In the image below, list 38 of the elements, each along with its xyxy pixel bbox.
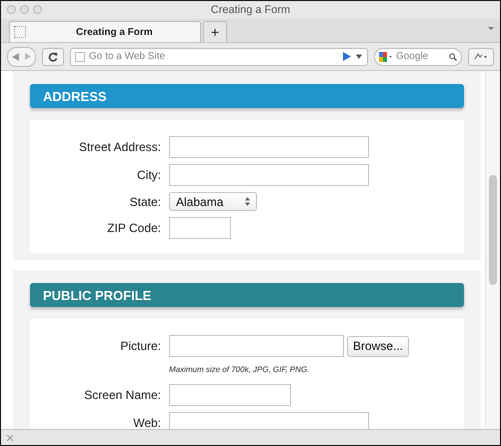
search-icon[interactable] bbox=[449, 52, 457, 60]
field-label: City: bbox=[136, 168, 161, 182]
search-engine-icon[interactable] bbox=[379, 52, 393, 62]
field-label: Street Address: bbox=[78, 140, 161, 154]
reload-button[interactable] bbox=[42, 48, 64, 66]
text-field[interactable] bbox=[169, 412, 369, 429]
window-title: Creating a Form bbox=[210, 4, 290, 16]
field-label: State: bbox=[128, 194, 161, 208]
reload-icon bbox=[48, 52, 58, 62]
back-icon[interactable] bbox=[12, 52, 19, 60]
caret-icon[interactable] bbox=[488, 27, 494, 30]
field-label: Picture: bbox=[119, 339, 161, 353]
scrollbar[interactable] bbox=[485, 71, 500, 429]
section-header: PUBLIC PROFILE bbox=[30, 283, 464, 307]
stepper-icon bbox=[245, 197, 250, 206]
text-field[interactable] bbox=[169, 384, 291, 406]
close-icon[interactable] bbox=[7, 434, 13, 440]
text-field[interactable] bbox=[169, 136, 369, 158]
extension-button[interactable] bbox=[468, 48, 494, 66]
play-icon[interactable] bbox=[343, 52, 363, 61]
file-field[interactable] bbox=[169, 335, 344, 357]
new-tab-button[interactable]: + bbox=[203, 21, 227, 42]
text-field[interactable] bbox=[169, 217, 231, 239]
browse-button[interactable]: Browse... bbox=[347, 336, 410, 356]
field-label: ZIP Code: bbox=[106, 221, 161, 235]
state-dropdown[interactable]: Alabama bbox=[169, 192, 257, 211]
section-header: ADDRESS bbox=[30, 84, 464, 108]
field-label: Screen Name: bbox=[83, 388, 161, 402]
field-label: Web: bbox=[132, 416, 161, 429]
forward-icon[interactable] bbox=[25, 53, 31, 60]
search-field[interactable]: Google bbox=[374, 48, 462, 66]
extension-icon bbox=[474, 52, 488, 60]
page-icon bbox=[75, 52, 85, 62]
text-field[interactable] bbox=[169, 164, 369, 186]
page-icon bbox=[14, 26, 26, 38]
address-field[interactable]: Go to a Web Site bbox=[70, 48, 368, 66]
browser-tab[interactable]: Creating a Form bbox=[9, 21, 201, 42]
field-hint: Maximum size of 700k, JPG, GIF, PNG. bbox=[169, 364, 310, 376]
